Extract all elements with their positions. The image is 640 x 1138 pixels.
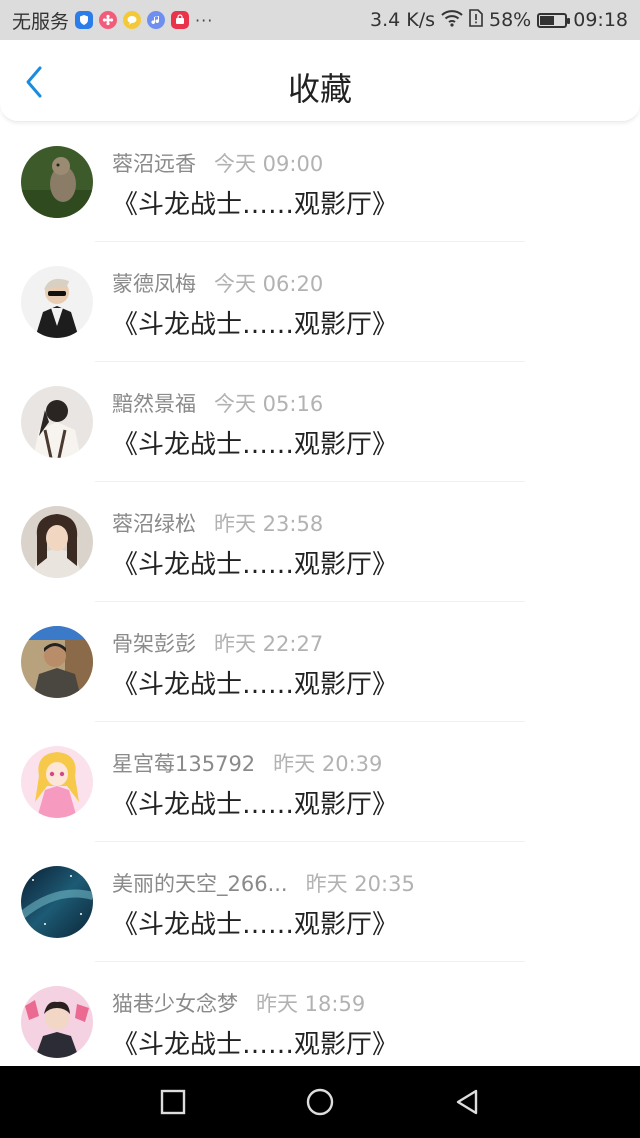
- item-meta: 黯然景福 今天 05:16: [112, 388, 323, 418]
- item-author: 星宫莓135792: [112, 752, 256, 776]
- status-bar: 无服务 ··· 3.4 K/s 58% 09:18: [0, 0, 640, 40]
- music-app-icon: [147, 11, 166, 29]
- shield-app-icon: [75, 11, 94, 29]
- recent-apps-icon: [161, 1089, 186, 1115]
- item-title: 《斗龙战士……观影厅》: [112, 1030, 399, 1060]
- list-item[interactable]: 蒙德凤梅 今天 06:20 《斗龙战士……观影厅》: [0, 242, 640, 362]
- list-item[interactable]: 蓉沼远香 今天 09:00 《斗龙战士……观影厅》: [0, 122, 640, 242]
- header: 收藏: [0, 40, 640, 122]
- list-item[interactable]: 骨架彭彭 昨天 22:27 《斗龙战士……观影厅》: [0, 602, 640, 722]
- item-time: 今天 05:16: [214, 392, 324, 416]
- list-item[interactable]: 星宫莓135792 昨天 20:39 《斗龙战士……观影厅》: [0, 722, 640, 842]
- item-title: 《斗龙战士……观影厅》: [112, 550, 399, 580]
- network-speed: 3.4 K/s: [369, 9, 435, 31]
- item-title: 《斗龙战士……观影厅》: [112, 430, 399, 460]
- battery-percent: 58%: [489, 9, 532, 31]
- item-title: 《斗龙战士……观影厅》: [112, 790, 399, 820]
- item-author: 蓉沼远香: [112, 152, 196, 176]
- battery-icon: [537, 12, 571, 28]
- avatar: [21, 266, 93, 338]
- chat-app-icon: [123, 11, 142, 29]
- wifi-icon: [441, 9, 463, 32]
- item-meta: 蓉沼绿松 昨天 23:58: [112, 508, 323, 538]
- item-title: 《斗龙战士……观影厅》: [112, 190, 399, 220]
- avatar: [21, 866, 93, 938]
- back-triangle-icon: [456, 1089, 477, 1115]
- flower-app-icon: [99, 11, 118, 29]
- avatar: [21, 626, 93, 698]
- item-time: 昨天 20:39: [273, 752, 383, 776]
- list-item[interactable]: 黯然景福 今天 05:16 《斗龙战士……观影厅》: [0, 362, 640, 482]
- item-title: 《斗龙战士……观影厅》: [112, 310, 399, 340]
- battery-fill: [540, 15, 555, 25]
- avatar: [21, 746, 93, 818]
- status-bar-left: 无服务 ···: [12, 7, 213, 34]
- list-item[interactable]: 蓉沼绿松 昨天 23:58 《斗龙战士……观影厅》: [0, 482, 640, 602]
- screen: 无服务 ··· 3.4 K/s 58% 09:18 收藏 蓉沼远香 今天 09:…: [0, 0, 640, 1138]
- item-meta: 星宫莓135792 昨天 20:39: [112, 748, 382, 778]
- item-meta: 猫巷少女念梦 昨天 18:59: [112, 988, 365, 1018]
- item-time: 昨天 22:27: [214, 632, 324, 656]
- status-bar-right: 3.4 K/s 58% 09:18: [369, 8, 628, 32]
- avatar: [21, 986, 93, 1058]
- item-time: 今天 09:00: [214, 152, 324, 176]
- list-item[interactable]: 美丽的天空_266... 昨天 20:35 《斗龙战士……观影厅》: [0, 842, 640, 962]
- item-meta: 蒙德凤梅 今天 06:20: [112, 268, 323, 298]
- item-author: 美丽的天空_266...: [112, 872, 288, 896]
- recent-apps-button[interactable]: [143, 1072, 203, 1132]
- item-author: 猫巷少女念梦: [112, 992, 238, 1016]
- item-time: 昨天 20:35: [305, 872, 415, 896]
- item-time: 昨天 18:59: [256, 992, 366, 1016]
- item-meta: 蓉沼远香 今天 09:00: [112, 148, 323, 178]
- carrier-text: 无服务: [12, 10, 70, 33]
- item-time: 今天 06:20: [214, 272, 324, 296]
- more-notifications-dots: ···: [195, 10, 214, 30]
- item-title: 《斗龙战士……观影厅》: [112, 910, 399, 940]
- system-back-button[interactable]: [437, 1072, 497, 1132]
- page-title: 收藏: [287, 70, 352, 108]
- item-author: 黯然景福: [112, 392, 196, 416]
- avatar: [21, 386, 93, 458]
- clock: 09:18: [573, 9, 628, 31]
- item-title: 《斗龙战士……观影厅》: [112, 670, 399, 700]
- home-icon: [306, 1088, 334, 1116]
- sim-alert-icon: [469, 8, 483, 32]
- home-button[interactable]: [290, 1072, 350, 1132]
- item-time: 昨天 23:58: [214, 512, 324, 536]
- item-meta: 美丽的天空_266... 昨天 20:35: [112, 868, 415, 898]
- list-item[interactable]: 猫巷少女念梦 昨天 18:59 《斗龙战士……观影厅》: [0, 962, 640, 1082]
- avatar: [21, 146, 93, 218]
- item-author: 骨架彭彭: [112, 632, 196, 656]
- item-meta: 骨架彭彭 昨天 22:27: [112, 628, 323, 658]
- store-app-icon: [171, 11, 190, 29]
- item-author: 蓉沼绿松: [112, 512, 196, 536]
- system-nav-bar: [0, 1066, 640, 1138]
- item-author: 蒙德凤梅: [112, 272, 196, 296]
- favorites-list: 蓉沼远香 今天 09:00 《斗龙战士……观影厅》 蒙德凤梅 今天 06:20 …: [0, 122, 640, 1082]
- avatar: [21, 506, 93, 578]
